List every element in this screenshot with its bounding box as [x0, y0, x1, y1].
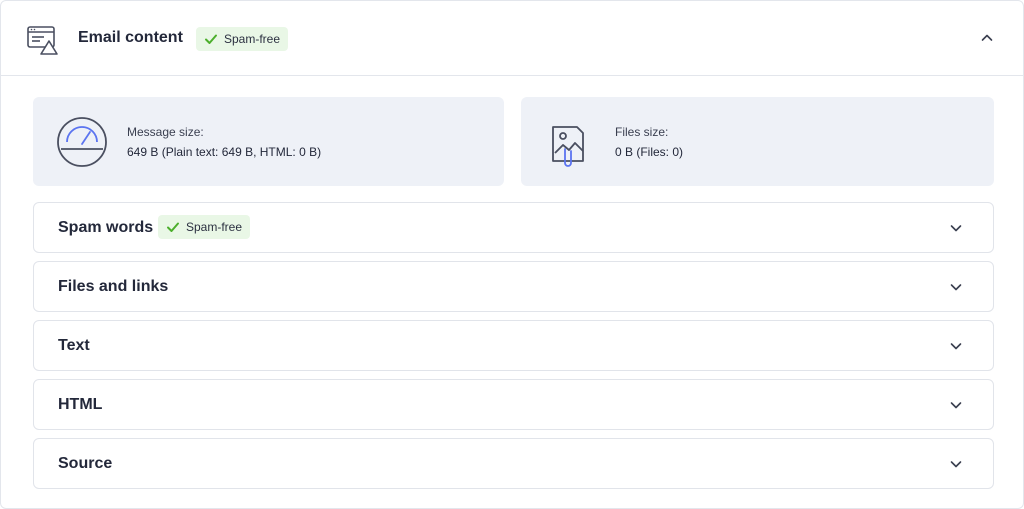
- check-icon: [167, 222, 179, 232]
- files-size-value: 0 B (Files: 0): [615, 145, 684, 159]
- section-spam-words[interactable]: Spam words Spam-free: [33, 202, 994, 253]
- section-title: Source: [58, 455, 113, 472]
- chevron-down-icon[interactable]: [949, 398, 963, 412]
- files-size-card: Files size: 0 B (Files: 0): [521, 97, 994, 186]
- message-size-card: Message size: 649 B (Plain text: 649 B, …: [33, 97, 504, 186]
- chevron-down-icon[interactable]: [949, 339, 963, 353]
- email-content-header[interactable]: Email content Spam-free: [1, 1, 1023, 76]
- chevron-down-icon[interactable]: [949, 280, 963, 294]
- section-title: Email content: [78, 29, 183, 46]
- message-size-label: Message size:: [127, 125, 204, 139]
- section-text[interactable]: Text: [33, 320, 994, 371]
- section-title: Spam words: [58, 219, 154, 236]
- speedometer-icon: [57, 117, 107, 167]
- chevron-down-icon[interactable]: [949, 457, 963, 471]
- email-alert-icon: [27, 26, 58, 55]
- chevron-up-icon[interactable]: [980, 31, 994, 45]
- email-content-panel: Email content Spam-free Message size: 64…: [0, 0, 1024, 509]
- badge-label: Spam-free: [186, 220, 243, 234]
- spam-free-badge: Spam-free: [158, 215, 251, 239]
- check-icon: [205, 34, 217, 44]
- message-size-value: 649 B (Plain text: 649 B, HTML: 0 B): [127, 145, 322, 159]
- section-html[interactable]: HTML: [33, 379, 994, 430]
- files-size-label: Files size:: [615, 125, 669, 139]
- chevron-down-icon[interactable]: [949, 221, 963, 235]
- section-files-and-links[interactable]: Files and links: [33, 261, 994, 312]
- section-title: Text: [58, 337, 90, 354]
- spam-free-badge: Spam-free: [196, 27, 289, 51]
- image-attachment-icon: [552, 126, 584, 167]
- badge-label: Spam-free: [224, 32, 281, 46]
- section-title: Files and links: [58, 278, 169, 295]
- section-title: HTML: [58, 396, 103, 413]
- section-source[interactable]: Source: [33, 438, 994, 489]
